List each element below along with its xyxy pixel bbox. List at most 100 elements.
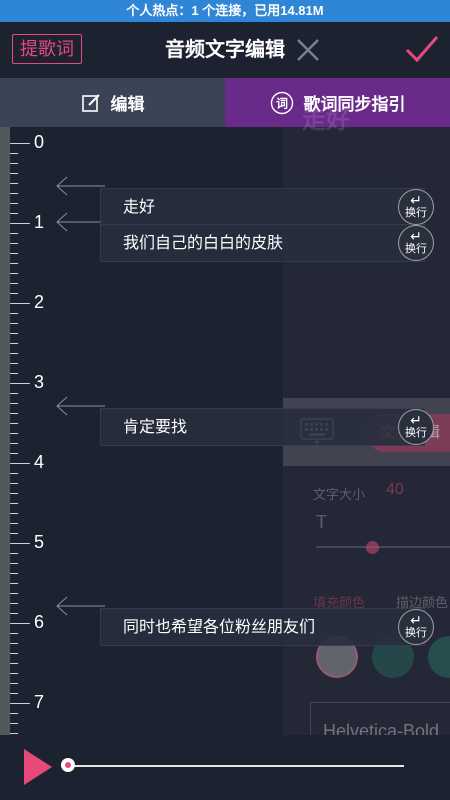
- ruler-tick: [10, 573, 18, 574]
- font-size-value: 40: [386, 481, 404, 498]
- tab-edit-label: 编辑: [110, 95, 145, 114]
- font-size-slider[interactable]: [316, 546, 450, 548]
- return-icon: ↵: [410, 192, 422, 208]
- progress-knob-dot: [65, 762, 71, 768]
- ruler-tick: [10, 253, 18, 254]
- ruler-tick: [10, 493, 18, 494]
- return-icon: ↵: [410, 612, 422, 628]
- ruler-tick: [10, 653, 18, 654]
- ruler-tick: [10, 483, 18, 484]
- ruler-tick: [10, 303, 30, 304]
- ruler-tick: [10, 363, 18, 364]
- ruler-tick: [10, 223, 30, 224]
- ruler-tick: [10, 453, 18, 454]
- lyric-line[interactable]: 走好: [100, 188, 425, 226]
- status-bar: 个人热点：1 个连接，已用14.81M: [0, 0, 450, 22]
- ruler-tick: [10, 213, 18, 214]
- progress-knob[interactable]: [61, 758, 75, 772]
- ruler-tick: [10, 333, 18, 334]
- play-icon[interactable]: [24, 749, 52, 785]
- ruler-tick: [10, 393, 18, 394]
- line-break-button[interactable]: ↵ 换行: [398, 409, 434, 445]
- ruler-tick: [10, 283, 18, 284]
- ruler-tick: [10, 233, 18, 234]
- tab-edit[interactable]: 编辑: [0, 78, 225, 127]
- ruler-tick: [10, 553, 18, 554]
- ruler-label: 4: [34, 452, 45, 472]
- extract-lyrics-button[interactable]: 提歌词: [12, 34, 82, 64]
- ruler-tick: [10, 543, 30, 544]
- edit-icon: [81, 93, 100, 112]
- font-size-label: 文字大小: [313, 487, 366, 502]
- ruler-tick: [10, 603, 18, 604]
- lyric-line[interactable]: 肯定要找: [100, 408, 425, 446]
- ruler-tick: [10, 683, 18, 684]
- ruler-tick: [10, 533, 18, 534]
- return-icon: ↵: [410, 412, 422, 428]
- ruler-tick: [10, 613, 18, 614]
- ruler-tick: [10, 163, 18, 164]
- sync-arrow-icon: [56, 396, 105, 416]
- top-bar: 音频文字编辑 提歌词: [0, 22, 450, 78]
- lyric-line[interactable]: 我们自己的白白的皮肤: [100, 224, 425, 262]
- ruler-tick: [10, 243, 18, 244]
- ruler-tick: [10, 593, 18, 594]
- ruler-tick: [10, 713, 18, 714]
- confirm-check-icon[interactable]: [404, 34, 440, 66]
- ruler-label: 3: [34, 372, 45, 392]
- ruler-tick: [10, 703, 30, 704]
- ruler-tick: [10, 473, 18, 474]
- ruler-tick: [10, 273, 18, 274]
- ruler-tick: [10, 583, 18, 584]
- ruler-tick: [10, 663, 18, 664]
- ruler-tick: [10, 183, 18, 184]
- ruler-tick: [10, 203, 18, 204]
- line-break-label: 换行: [405, 627, 427, 639]
- ruler-tick: [10, 633, 18, 634]
- ci-circle-icon: 词: [270, 91, 293, 114]
- ruler-tick: [10, 313, 18, 314]
- ruler-tick: [10, 263, 18, 264]
- progress-track[interactable]: [68, 765, 404, 767]
- ruler-tick: [10, 193, 18, 194]
- ruler-tick: [10, 693, 18, 694]
- ruler-label: 5: [34, 532, 45, 552]
- sync-arrow-icon: [56, 176, 105, 196]
- ruler-label: 6: [34, 612, 45, 632]
- ruler-tick: [10, 623, 30, 624]
- ruler-tick: [10, 353, 18, 354]
- lyric-line[interactable]: 同时也希望各位粉丝朋友们: [100, 608, 425, 646]
- ruler-tick: [10, 373, 18, 374]
- ruler-tick: [10, 383, 30, 384]
- line-break-button[interactable]: ↵ 换行: [398, 225, 434, 261]
- ruler-tick: [10, 733, 18, 734]
- ruler-label: 7: [34, 692, 45, 712]
- ruler-tick: [10, 513, 18, 514]
- ruler-tick: [10, 343, 18, 344]
- line-break-button[interactable]: ↵ 换行: [398, 189, 434, 225]
- tab-bar: 编辑 词 歌词同步指引: [0, 78, 450, 127]
- t-label: T: [316, 512, 327, 532]
- ruler-tick: [10, 563, 18, 564]
- line-break-label: 换行: [405, 243, 427, 255]
- ruler-tick: [10, 293, 18, 294]
- close-icon[interactable]: [294, 36, 322, 64]
- ruler-tick: [10, 413, 18, 414]
- ruler-label: 2: [34, 292, 45, 312]
- line-break-label: 换行: [405, 207, 427, 219]
- ruler-tick: [10, 143, 30, 144]
- font-size-slider-knob[interactable]: [366, 541, 379, 554]
- ruler-tick: [10, 503, 18, 504]
- ruler-tick: [10, 423, 18, 424]
- ruler-tick: [10, 153, 18, 154]
- sync-arrow-icon: [56, 596, 105, 616]
- ruler-tick: [10, 433, 18, 434]
- ruler-tick: [10, 723, 18, 724]
- ruler-tick: [10, 643, 18, 644]
- svg-text:词: 词: [275, 96, 287, 110]
- timeline-ruler[interactable]: [0, 127, 10, 735]
- ruler-tick: [10, 673, 18, 674]
- return-icon: ↵: [410, 228, 422, 244]
- line-break-button[interactable]: ↵ 换行: [398, 609, 434, 645]
- ruler-tick: [10, 443, 18, 444]
